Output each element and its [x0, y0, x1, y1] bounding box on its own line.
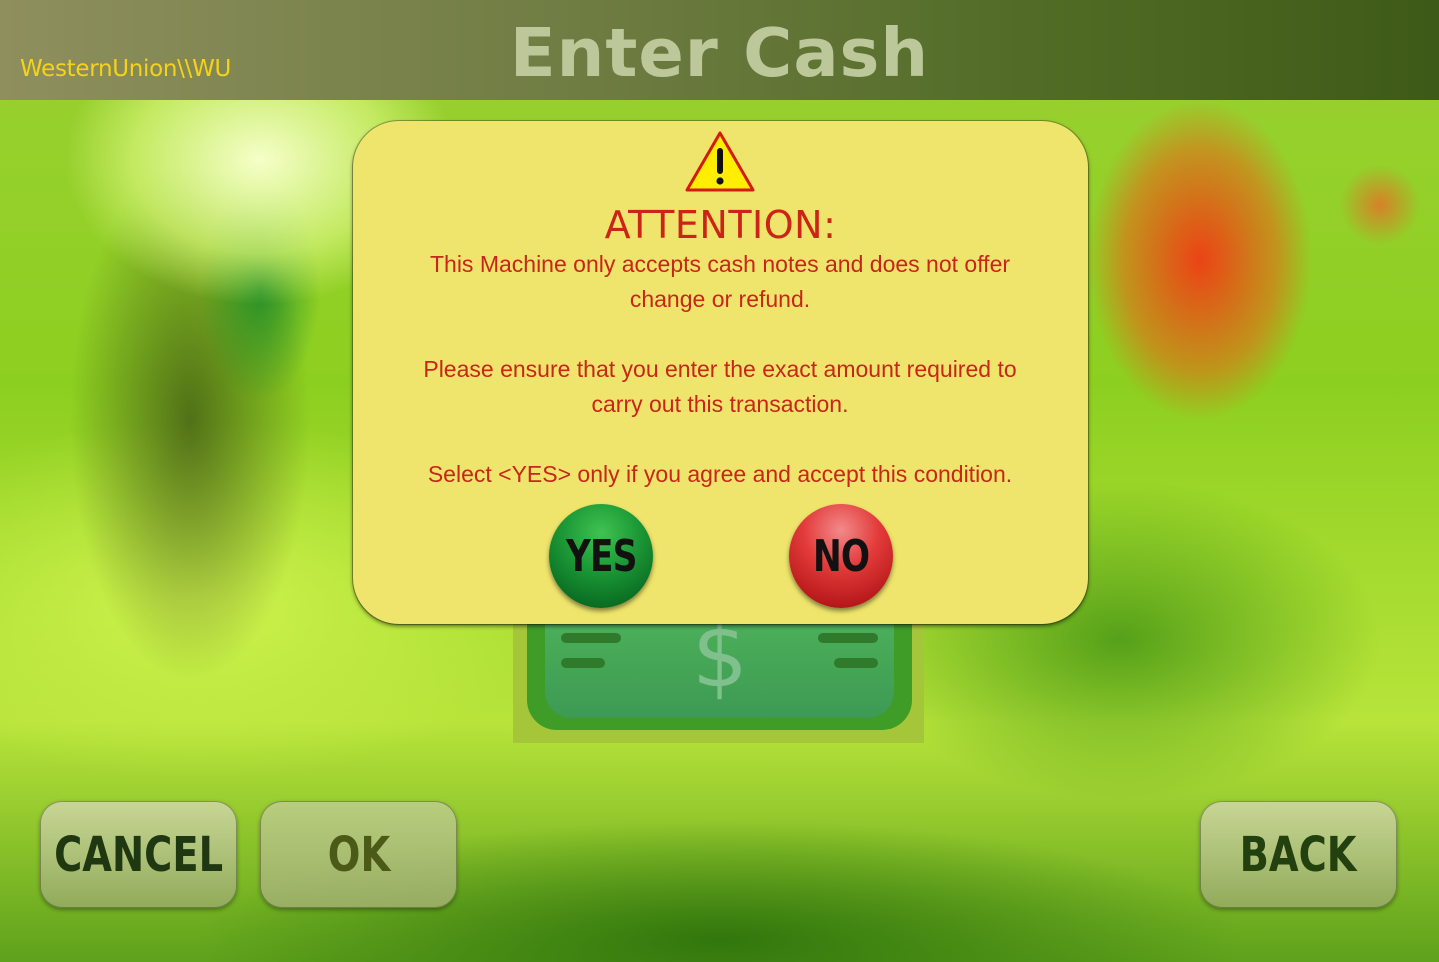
ok-button[interactable]: OK [260, 801, 457, 908]
back-button-label: BACK [1240, 826, 1357, 883]
screen: WesternUnion\\WU Enter Cash $ ATTENTION:… [0, 0, 1439, 962]
dialog-message-1: This Machine only accepts cash notes and… [429, 251, 1011, 312]
dialog-title: ATTENTION: [604, 203, 837, 247]
banknote-line [834, 658, 878, 668]
yes-button[interactable]: YES [549, 504, 653, 608]
no-button-label: NO [812, 530, 870, 582]
banknote-line [561, 633, 621, 643]
cancel-button[interactable]: CANCEL [40, 801, 237, 908]
dialog-message-3: Select <YES> only if you agree and accep… [427, 461, 1013, 487]
dialog-message-2: Please ensure that you enter the exact a… [423, 356, 1017, 417]
page-title: Enter Cash [509, 14, 930, 92]
header-bar: WesternUnion\\WU Enter Cash [0, 0, 1439, 100]
banknote-line [818, 633, 878, 643]
no-button[interactable]: NO [789, 504, 893, 608]
dollar-sign-icon: $ [692, 604, 748, 707]
ok-button-label: OK [327, 826, 390, 883]
cancel-button-label: CANCEL [54, 826, 223, 883]
yes-button-label: YES [565, 530, 637, 582]
banknote-line [561, 658, 605, 668]
back-button[interactable]: BACK [1200, 801, 1397, 908]
warning-triangle-icon [685, 131, 755, 192]
